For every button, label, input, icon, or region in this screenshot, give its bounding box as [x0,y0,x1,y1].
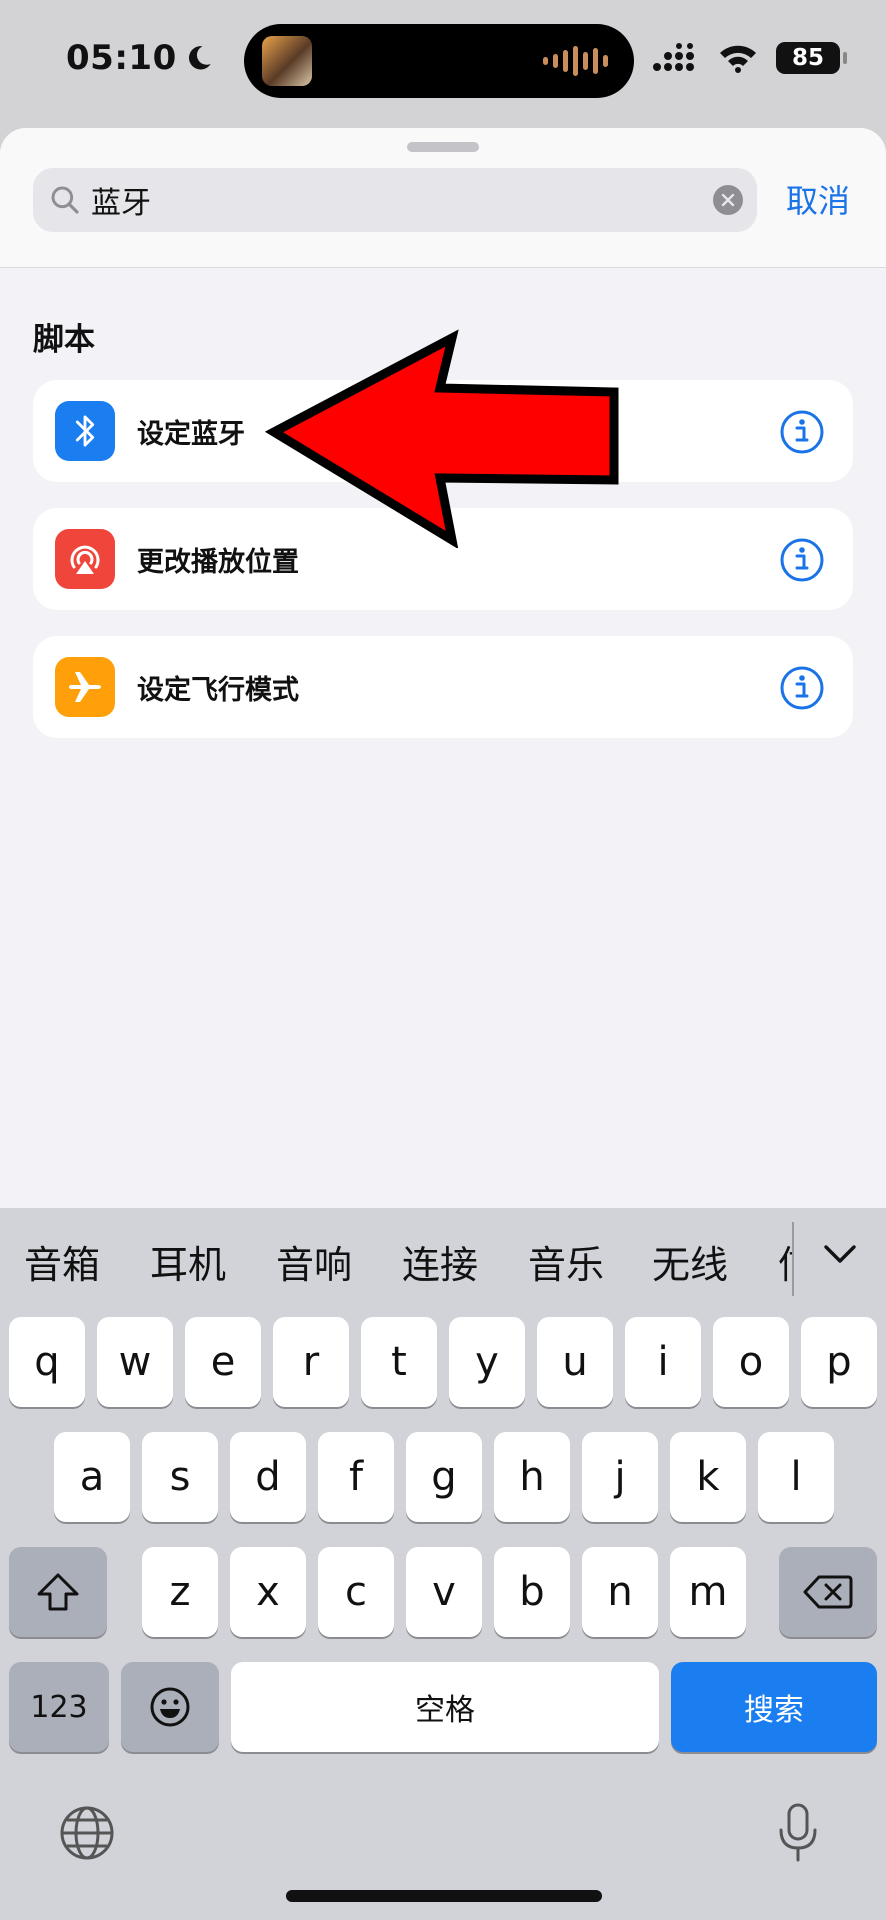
red-arrow-annotation-icon [264,329,619,548]
battery-indicator: 85 [776,42,847,74]
result-label: 设定蓝牙 [137,418,245,450]
space-key[interactable]: 空格 [231,1662,659,1752]
key-s[interactable]: s [142,1432,218,1522]
key-p[interactable]: p [801,1317,877,1407]
sheet-grabber[interactable] [407,142,479,152]
key-u[interactable]: u [537,1317,613,1407]
info-icon[interactable] [779,409,825,455]
info-icon[interactable] [779,537,825,583]
key-h[interactable]: h [494,1432,570,1522]
candidate-word[interactable]: 耳机 [150,1234,226,1289]
keyboard: 音箱 耳机 音响 连接 音乐 无线 信 q w e r t y u i o p … [0,1208,886,1920]
key-b[interactable]: b [494,1547,570,1637]
key-z[interactable]: z [142,1547,218,1637]
cancel-button[interactable]: 取消 [786,176,850,222]
search-header: 取消 [0,128,886,268]
shift-icon [37,1573,79,1611]
key-w[interactable]: w [97,1317,173,1407]
search-key[interactable]: 搜索 [671,1662,877,1752]
info-icon[interactable] [779,665,825,711]
candidate-word[interactable]: 连接 [402,1234,478,1289]
result-label: 设定飞行模式 [137,674,299,706]
emoji-icon [150,1687,190,1727]
key-f[interactable]: f [318,1432,394,1522]
airplane-icon [55,657,115,717]
chevron-down-icon[interactable] [822,1242,858,1266]
key-k[interactable]: k [670,1432,746,1522]
backspace-icon [803,1575,853,1609]
candidate-bar: 音箱 耳机 音响 连接 音乐 无线 信 [0,1208,886,1310]
status-time: 05:10 [66,38,213,78]
section-title: 脚本 [33,322,95,358]
key-t[interactable]: t [361,1317,437,1407]
candidate-word[interactable]: 音响 [276,1234,352,1289]
shift-key[interactable] [9,1547,107,1637]
microphone-icon[interactable] [776,1802,820,1864]
key-j[interactable]: j [582,1432,658,1522]
candidate-divider [792,1222,794,1296]
key-x[interactable]: x [230,1547,306,1637]
key-o[interactable]: o [713,1317,789,1407]
audio-waveform-icon [543,46,608,76]
key-c[interactable]: c [318,1547,394,1637]
key-a[interactable]: a [54,1432,130,1522]
key-d[interactable]: d [230,1432,306,1522]
battery-level: 85 [791,45,824,71]
clear-search-button[interactable] [713,185,743,215]
key-i[interactable]: i [625,1317,701,1407]
key-m[interactable]: m [670,1547,746,1637]
wifi-icon [720,45,756,73]
key-r[interactable]: r [273,1317,349,1407]
dynamic-island[interactable] [244,24,634,98]
search-field[interactable] [33,168,757,232]
close-icon [721,193,735,207]
globe-icon[interactable] [58,1804,116,1862]
delete-key[interactable] [779,1547,877,1637]
key-y[interactable]: y [449,1317,525,1407]
candidate-word[interactable]: 音箱 [24,1234,100,1289]
emoji-key[interactable] [121,1662,219,1752]
status-bar: 05:10 85 [0,0,886,128]
cellular-signal-icon [653,43,694,71]
candidate-overflow: 信 [776,1208,792,1310]
numbers-key[interactable]: 123 [9,1662,109,1752]
candidate-word[interactable]: 信 [778,1234,792,1289]
search-sheet: 取消 脚本 设定蓝牙 更改播放位置 [0,128,886,1208]
bluetooth-icon [55,401,115,461]
moon-icon [188,46,211,70]
key-e[interactable]: e [185,1317,261,1407]
candidate-word[interactable]: 音乐 [528,1234,604,1289]
key-q[interactable]: q [9,1317,85,1407]
search-input[interactable] [91,182,651,218]
key-v[interactable]: v [406,1547,482,1637]
candidate-word[interactable]: 无线 [652,1234,728,1289]
airplay-icon [55,529,115,589]
key-n[interactable]: n [582,1547,658,1637]
time-text: 05:10 [66,38,177,78]
now-playing-artwork [262,36,312,86]
home-indicator[interactable] [286,1890,602,1902]
key-l[interactable]: l [758,1432,834,1522]
search-icon [51,186,79,214]
key-g[interactable]: g [406,1432,482,1522]
result-item-airplane-mode[interactable]: 设定飞行模式 [33,636,853,738]
